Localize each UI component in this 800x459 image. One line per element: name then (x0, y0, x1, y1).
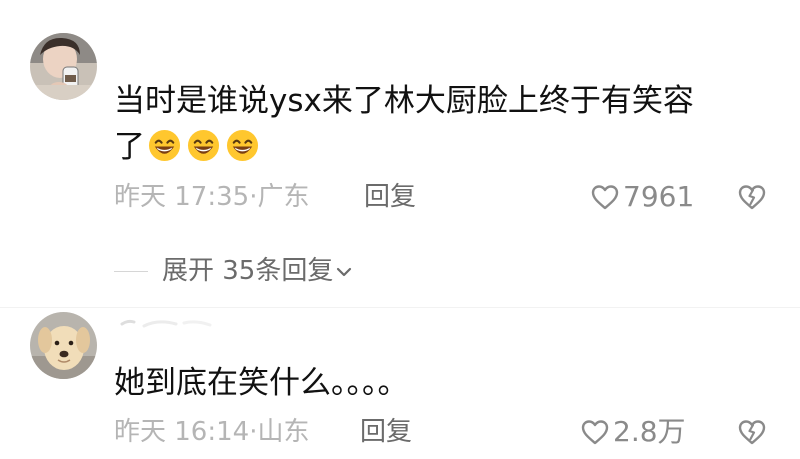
grinning-face-emoji (226, 129, 259, 162)
heart-icon (581, 420, 609, 445)
avatar[interactable] (30, 33, 97, 100)
username-redacted (120, 319, 212, 328)
reply-button[interactable]: 回复 (364, 181, 416, 213)
like-count: 7961 (623, 180, 695, 213)
expand-replies-label: 展开 35条回复 (162, 256, 334, 286)
grinning-face-emoji (187, 129, 220, 162)
expand-divider-line (114, 270, 148, 272)
dislike-icon[interactable] (737, 417, 767, 447)
comment-section: 当时是谁说ysx来了林大厨脸上终于有笑容 了 昨天 17:35·广东 回复 79… (0, 0, 800, 459)
reply-button[interactable]: 回复 (360, 416, 412, 448)
avatar[interactable] (30, 312, 97, 379)
comment-divider (0, 307, 800, 308)
grinning-face-emoji (148, 129, 181, 162)
comment-text: 当时是谁说ysx来了林大厨脸上终于有笑容 (114, 83, 694, 119)
chevron-down-icon (337, 267, 352, 277)
emoji-row (148, 129, 265, 173)
comment-text-tail: 了 (114, 129, 145, 165)
heart-icon (591, 185, 619, 210)
time-location: 昨天 16:14·山东 (114, 417, 310, 447)
comment-text: 她到底在笑什么。。。。 (114, 365, 409, 401)
expand-replies-button[interactable]: 展开 35条回复 (114, 254, 353, 288)
comment-meta: 昨天 16:14·山东 回复 2.8万 (114, 416, 794, 448)
like-button[interactable]: 7961 (590, 181, 694, 213)
like-button[interactable]: 2.8万 (580, 416, 686, 448)
time-location: 昨天 17:35·广东 (114, 182, 310, 212)
comment-meta: 昨天 17:35·广东 回复 7961 (114, 181, 794, 213)
dislike-icon[interactable] (737, 182, 767, 212)
comment-text-continued: 了 (114, 126, 265, 173)
like-count: 2.8万 (613, 415, 686, 448)
